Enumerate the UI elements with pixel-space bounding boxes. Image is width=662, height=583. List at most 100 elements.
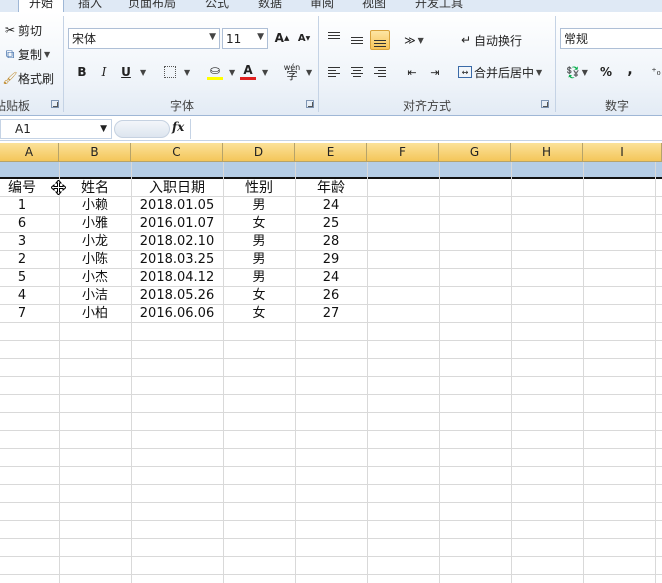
copy-button[interactable]: ⧉ 复制 ▼ [2, 44, 50, 64]
alignment-launcher-icon[interactable] [541, 100, 549, 108]
column-header-e[interactable]: E [295, 143, 367, 162]
underline-button[interactable]: U [116, 62, 136, 82]
align-bottom-button[interactable] [370, 30, 390, 50]
percent-style-button[interactable]: % [596, 62, 616, 82]
tab-home[interactable]: 开始 [18, 0, 65, 12]
insert-function-button[interactable]: fx [172, 120, 184, 134]
bold-button[interactable]: B [72, 62, 92, 82]
header-cell-gender[interactable]: 性别 [223, 179, 295, 197]
cell-id[interactable]: 2 [0, 251, 44, 269]
cell-name[interactable]: 小柏 [59, 305, 131, 323]
chevron-down-icon[interactable]: ▼ [229, 68, 235, 77]
tab-developer[interactable]: 开发工具 [415, 0, 463, 12]
cell-hire-date[interactable]: 2018.03.25 [131, 251, 223, 269]
column-header-i[interactable]: I [583, 143, 662, 162]
cell-name[interactable]: 小雅 [59, 215, 131, 233]
column-header-f[interactable]: F [367, 143, 439, 162]
font-color-button[interactable]: A [238, 60, 258, 80]
cell-hire-date[interactable]: 2018.05.26 [131, 287, 223, 305]
chevron-down-icon[interactable]: ▼ [184, 68, 190, 77]
column-header-b[interactable]: B [59, 143, 131, 162]
formula-input[interactable] [190, 119, 662, 139]
tab-view[interactable]: 视图 [362, 0, 386, 12]
column-header-h[interactable]: H [511, 143, 583, 162]
tab-page-layout[interactable]: 页面布局 [128, 0, 176, 12]
cell-name[interactable]: 小陈 [59, 251, 131, 269]
decrease-indent-button[interactable]: ⇤ [402, 62, 422, 82]
clipboard-launcher-icon[interactable] [51, 100, 59, 108]
align-center-button[interactable] [347, 62, 367, 82]
chevron-down-icon[interactable]: ▼ [140, 68, 146, 77]
header-cell-hire-date[interactable]: 入职日期 [131, 179, 223, 197]
cell-id[interactable]: 7 [0, 305, 44, 323]
grid-line [0, 466, 662, 467]
cell-age[interactable]: 24 [295, 269, 367, 287]
tab-data[interactable]: 数据 [258, 0, 282, 12]
wrap-text-button[interactable]: ↵ 自动换行 [458, 30, 522, 50]
merge-center-button[interactable]: ↔ 合并后居中 ▼ [458, 62, 542, 82]
cell-age[interactable]: 28 [295, 233, 367, 251]
fill-color-button[interactable]: ⛀ [205, 60, 225, 80]
cell-name[interactable]: 小杰 [59, 269, 131, 287]
align-middle-button[interactable] [347, 30, 367, 50]
cell-gender[interactable]: 女 [223, 305, 295, 323]
cell-age[interactable]: 27 [295, 305, 367, 323]
column-header-c[interactable]: C [131, 143, 223, 162]
cell-name[interactable]: 小洁 [59, 287, 131, 305]
column-header-g[interactable]: G [439, 143, 511, 162]
column-header-a[interactable]: A [0, 143, 59, 162]
tab-insert[interactable]: 插入 [78, 0, 102, 12]
cell-id[interactable]: 4 [0, 287, 44, 305]
align-top-button[interactable] [324, 28, 344, 48]
align-left-button[interactable] [324, 62, 344, 82]
borders-button[interactable] [160, 62, 180, 82]
tab-review[interactable]: 审阅 [310, 0, 334, 12]
selected-row[interactable] [0, 162, 662, 177]
cut-button[interactable]: ✂ 剪切 [2, 20, 42, 40]
tab-formulas[interactable]: 公式 [205, 0, 229, 12]
comma-style-button[interactable]: , [620, 60, 640, 80]
shrink-font-button[interactable]: A ▼ [294, 28, 314, 48]
cell-age[interactable]: 29 [295, 251, 367, 269]
cell-id[interactable]: 3 [0, 233, 44, 251]
header-cell-name[interactable]: 姓名 [59, 179, 131, 197]
font-size-combo[interactable]: 11 ▼ [222, 28, 268, 49]
font-launcher-icon[interactable] [306, 100, 314, 108]
cell-hire-date[interactable]: 2018.01.05 [131, 197, 223, 215]
header-cell-age[interactable]: 年龄 [295, 179, 367, 197]
increase-indent-button[interactable]: ⇥ [425, 62, 445, 82]
name-box[interactable]: A1 ▼ [0, 119, 112, 139]
italic-button[interactable]: I [94, 62, 114, 82]
orientation-button[interactable]: ≫ ▼ [404, 30, 424, 50]
cell-name[interactable]: 小赖 [59, 197, 131, 215]
cell-hire-date[interactable]: 2016.06.06 [131, 305, 223, 323]
cell-gender[interactable]: 女 [223, 215, 295, 233]
cell-hire-date[interactable]: 2018.04.12 [131, 269, 223, 287]
cell-id[interactable]: 1 [0, 197, 44, 215]
format-painter-button[interactable]: 🖌 格式刷 [2, 68, 54, 88]
align-right-button[interactable] [370, 62, 390, 82]
cell-id[interactable]: 6 [0, 215, 44, 233]
cell-age[interactable]: 25 [295, 215, 367, 233]
cell-name[interactable]: 小龙 [59, 233, 131, 251]
grow-font-button[interactable]: A ▲ [272, 28, 292, 48]
cell-gender[interactable]: 男 [223, 269, 295, 287]
chevron-down-icon[interactable]: ▼ [306, 68, 312, 77]
cell-id[interactable]: 5 [0, 269, 44, 287]
grid-line [0, 430, 662, 431]
number-format-combo[interactable]: 常规 [560, 28, 662, 49]
increase-decimal-button[interactable]: ⁺₀ [646, 62, 662, 82]
cell-hire-date[interactable]: 2018.02.10 [131, 233, 223, 251]
accounting-format-button[interactable]: 💱 ▼ [562, 62, 592, 82]
cell-gender[interactable]: 女 [223, 287, 295, 305]
cell-age[interactable]: 26 [295, 287, 367, 305]
cell-hire-date[interactable]: 2016.01.07 [131, 215, 223, 233]
chevron-down-icon[interactable]: ▼ [262, 68, 268, 77]
cell-age[interactable]: 24 [295, 197, 367, 215]
column-header-d[interactable]: D [223, 143, 295, 162]
cell-gender[interactable]: 男 [223, 233, 295, 251]
phonetic-button[interactable]: wén 字 [282, 62, 302, 82]
cell-gender[interactable]: 男 [223, 197, 295, 215]
font-name-combo[interactable]: 宋体 ▼ [68, 28, 220, 49]
cell-gender[interactable]: 男 [223, 251, 295, 269]
